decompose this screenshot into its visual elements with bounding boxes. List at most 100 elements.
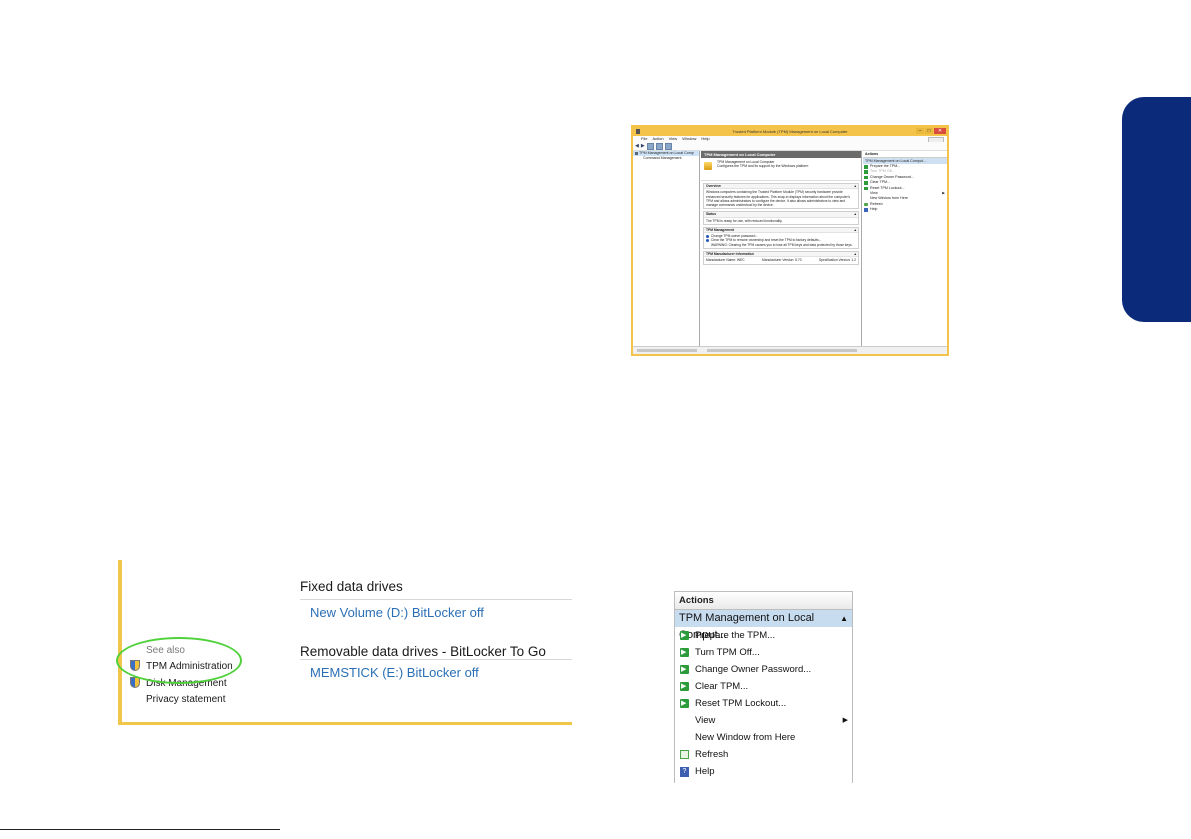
status-section: Status ▴ The TPM is ready for use, with r… [703,211,859,225]
action-label: View [870,190,878,195]
fixed-drive-link[interactable]: New Volume (D:) BitLocker off [310,605,484,620]
actions-subheader[interactable]: TPM Management on Local Comput... ▲ [675,610,852,641]
status-title: Status [706,212,717,217]
window-title: Trusted Platform Module (TPM) Management… [732,129,848,134]
shield-icon [130,677,140,688]
action-label: Clear TPM... [695,681,749,692]
show-hide-tree-icon[interactable] [646,142,654,150]
disk-management-link[interactable]: Disk Management [146,678,227,689]
removable-drive-link[interactable]: MEMSTICK (E:) BitLocker off [310,665,479,680]
action-label: Change Owner Password... [870,174,914,179]
tree-item-label: Command Management [643,156,682,160]
action-label: Prepare the TPM... [695,630,776,641]
action-label: New Window from Here [870,196,908,201]
action-label: Change Owner Password... [695,664,812,675]
action-refresh[interactable]: Refresh [675,746,852,763]
management-title: TPM Management [706,227,735,232]
specification-version: Specification Version: 1.2 [818,258,856,263]
tree-item-command-management[interactable]: Command Management [633,156,699,161]
console-tree: TPM Management on Local Comp Command Man… [633,151,700,346]
see-also-label: See also [146,645,185,656]
results-header: TPM Management on Local Computer [701,151,861,158]
overview-title: Overview [706,184,721,188]
actions-subheader-label: TPM Management on Local Comput... [865,159,926,163]
tpm-management-section: TPM Management ▴ Change TPM owner passwor… [703,226,859,250]
action-label: Refresh [870,201,883,206]
action-label: Turn TPM Off... [870,169,895,174]
show-hide-action-pane-icon[interactable] [664,142,672,150]
action-change-owner-password[interactable]: Change Owner Password... [675,661,852,678]
footer-rule [0,829,280,830]
tpm-node-icon [635,151,638,155]
action-arrow-icon [680,661,689,678]
action-icon [864,165,868,169]
horizontal-scrollbar[interactable] [633,346,947,354]
actions-pane: Actions TPM Management on Local Comput..… [863,151,947,346]
divider [300,659,572,660]
action-icon [864,186,868,191]
manufacturer-section: TPM Manufacturer Information ▴ Manufactur… [703,251,859,265]
close-button[interactable]: ✕ [934,128,946,134]
tree-item-label: TPM Management on Local Comp [639,151,694,155]
action-new-window[interactable]: New Window from Here [675,729,852,746]
actions-header: Actions [863,151,947,158]
action-clear-tpm[interactable]: Clear TPM... [675,678,852,695]
clear-warning: WARNING: Clearing the TPM causes you to … [711,242,853,247]
action-label: Turn TPM Off... [695,647,760,658]
manufacturer-name: Manufacturer Name: WEC [706,258,745,263]
action-label: Refresh [695,749,729,760]
action-label: New Window from Here [695,732,796,743]
collapse-icon[interactable]: ▴ [854,212,856,216]
actions-pane-zoom: Actions TPM Management on Local Comput..… [674,591,853,783]
forward-arrow-icon[interactable]: ▶ [641,143,645,149]
tpm-administration-link[interactable]: TPM Administration [146,661,233,672]
window-titlebar: Trusted Platform Module (TPM) Management… [633,127,947,136]
tpm-management-window: Trusted Platform Module (TPM) Management… [631,125,949,356]
action-arrow-icon [680,695,689,712]
overview-section: Overview ▴ Windows computers containing t… [703,183,859,210]
action-reset-tpm-lockout[interactable]: Reset TPM Lockout... [675,695,852,712]
divider [300,599,572,600]
action-arrow-icon [680,627,689,644]
collapse-icon[interactable]: ▴ [854,228,856,232]
bullet-icon [706,234,709,238]
overview-text: Windows computers containing the Trusted… [706,190,851,208]
action-label: Reset TPM Lockout... [695,698,787,709]
results-scroll-thumb[interactable] [707,349,857,352]
action-view[interactable]: View ▶ [675,712,852,729]
app-icon [636,129,640,134]
tpm-chip-icon [704,162,712,170]
action-icon [864,181,868,185]
action-label: Reset TPM Lockout... [870,185,905,190]
action-turn-tpm-off[interactable]: Turn TPM Off... [675,644,852,661]
action-arrow-icon [680,644,689,661]
chapter-side-tab [1122,97,1191,322]
collapse-icon[interactable]: ▴ [854,184,856,188]
refresh-icon [864,202,868,207]
action-arrow-icon [680,678,689,695]
action-help[interactable]: ? Help [675,763,852,780]
action-icon [864,170,868,174]
action-label: Prepare the TPM... [870,164,901,168]
shield-icon [130,660,140,671]
action-icon [864,175,868,180]
maximize-button[interactable]: □ [925,128,933,134]
actions-header: Actions [675,591,852,610]
collapse-arrow-icon[interactable]: ▲ [840,610,848,627]
action-prepare-tpm[interactable]: Prepare the TPM... [675,627,852,644]
action-label: View [695,715,716,726]
tree-scroll-thumb[interactable] [637,349,697,352]
action-label: Clear TPM... [870,180,891,185]
action-label: Help [695,766,715,777]
privacy-statement-link[interactable]: Privacy statement [146,694,225,705]
properties-icon[interactable] [655,142,663,150]
bitlocker-panel: Fixed data drives New Volume (D:) BitLoc… [118,560,572,725]
action-help[interactable]: Help [863,207,947,212]
back-arrow-icon[interactable]: ◀ [635,143,639,149]
intro-description: Configures the TPM and its support by th… [717,164,809,169]
help-icon: ? [680,767,689,777]
minimize-button[interactable]: – [916,128,924,134]
fixed-drives-title: Fixed data drives [300,579,403,594]
collapse-icon[interactable]: ▴ [854,252,856,256]
intro-block: TPM Management on Local Computer Configu… [701,158,861,181]
